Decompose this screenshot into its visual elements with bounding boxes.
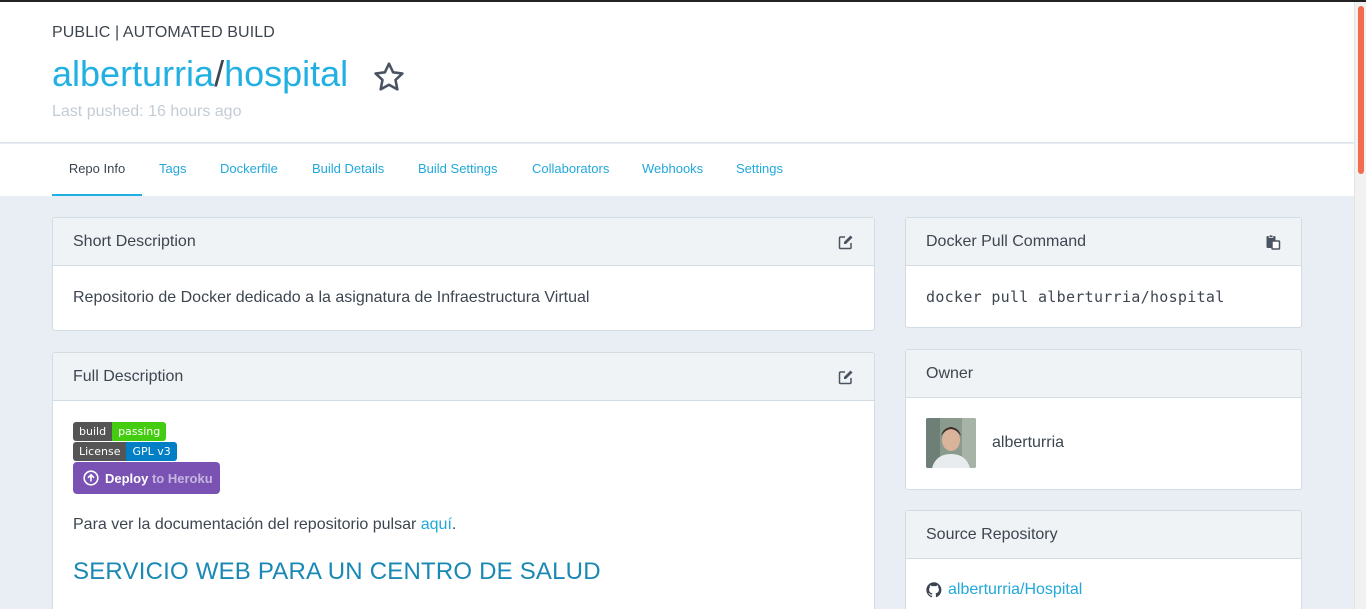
github-icon <box>926 582 942 598</box>
build-passing-badge[interactable]: build passing <box>73 422 167 441</box>
clipboard-icon[interactable] <box>1265 234 1281 250</box>
short-description-text: Repositorio de Docker dedicado a la asig… <box>73 289 590 306</box>
documentation-line: Para ver la documentación del repositori… <box>73 516 854 534</box>
badge-value: passing <box>112 422 167 441</box>
tab-settings[interactable]: Settings <box>736 144 783 196</box>
tab-tags[interactable]: Tags <box>159 144 186 196</box>
avatar[interactable] <box>926 418 976 468</box>
short-description-panel: Short Description Repositorio de Docker … <box>52 217 875 331</box>
documentation-end: . <box>451 516 457 533</box>
title-separator: / <box>214 53 225 94</box>
deploy-to-heroku-button[interactable]: Deploy to Heroku <box>73 462 220 494</box>
repo-title: alberturria/hospital <box>52 52 348 96</box>
source-repository-panel: Source Repository alberturria/Hospital <box>905 510 1302 609</box>
docker-pull-command[interactable]: docker pull alberturria/hospital <box>906 266 1301 306</box>
scrollbar-thumb[interactable] <box>1358 6 1364 174</box>
page-scrollbar[interactable] <box>1354 2 1366 609</box>
tab-webhooks[interactable]: Webhooks <box>642 144 703 196</box>
edit-icon[interactable] <box>838 234 854 250</box>
badge-value: GPL v3 <box>126 442 177 461</box>
badge-row: License GPL v3 <box>73 442 854 461</box>
owner-header: Owner <box>906 350 1301 398</box>
tab-repo-info[interactable]: Repo Info <box>52 144 142 196</box>
owner-panel: Owner alberturria <box>905 349 1302 490</box>
source-repository-link[interactable]: alberturria/Hospital <box>948 581 1082 599</box>
owner-link[interactable]: alberturria <box>52 53 214 94</box>
readme-heading: SERVICIO WEB PARA UN CENTRO DE SALUD <box>73 558 601 585</box>
tab-build-settings[interactable]: Build Settings <box>418 144 498 196</box>
documentation-link[interactable]: aquí <box>421 516 452 533</box>
panel-title: Short Description <box>73 233 196 250</box>
panel-title: Docker Pull Command <box>926 233 1087 250</box>
star-icon[interactable] <box>372 60 406 94</box>
full-description-panel: Full Description build passing License GPL… <box>52 352 875 609</box>
badge-label: License <box>73 442 127 461</box>
full-description-header: Full Description <box>53 353 874 401</box>
tab-build-details[interactable]: Build Details <box>312 144 384 196</box>
repo-name: hospital <box>224 53 349 94</box>
edit-icon[interactable] <box>838 369 854 385</box>
tab-collaborators[interactable]: Collaborators <box>532 144 609 196</box>
repo-tabs: Repo Info Tags Dockerfile Build Details … <box>0 144 1354 196</box>
pull-command-panel: Docker Pull Command docker pull albertur… <box>905 217 1302 328</box>
deploy-target: to Heroku <box>151 470 213 486</box>
panel-title: Source Repository <box>926 526 1058 543</box>
tab-dockerfile[interactable]: Dockerfile <box>220 144 278 196</box>
panel-title: Full Description <box>73 368 184 385</box>
badge-label: build <box>73 422 113 441</box>
badge-row: build passing <box>73 422 854 441</box>
build-type-label: PUBLIC | AUTOMATED BUILD <box>52 24 275 41</box>
deploy-label: Deploy <box>105 470 149 486</box>
owner-name[interactable]: alberturria <box>992 434 1064 452</box>
owner-row: alberturria <box>906 398 1301 468</box>
license-badge[interactable]: License GPL v3 <box>73 442 177 461</box>
last-pushed: Last pushed: 16 hours ago <box>52 103 242 120</box>
repo-header: PUBLIC | AUTOMATED BUILD alberturria/hos… <box>0 2 1354 143</box>
upload-icon <box>83 470 99 486</box>
pull-command-header: Docker Pull Command <box>906 218 1301 266</box>
source-repository-header: Source Repository <box>906 511 1301 559</box>
short-description-header: Short Description <box>53 218 874 266</box>
full-description-body: build passing License GPL v3 Deploy to Her… <box>53 401 874 586</box>
documentation-text: Para ver la documentación del repositori… <box>73 516 421 533</box>
badge-row: Deploy to Heroku <box>73 462 854 494</box>
source-repository-row: alberturria/Hospital <box>906 559 1301 599</box>
panel-title: Owner <box>926 365 974 382</box>
